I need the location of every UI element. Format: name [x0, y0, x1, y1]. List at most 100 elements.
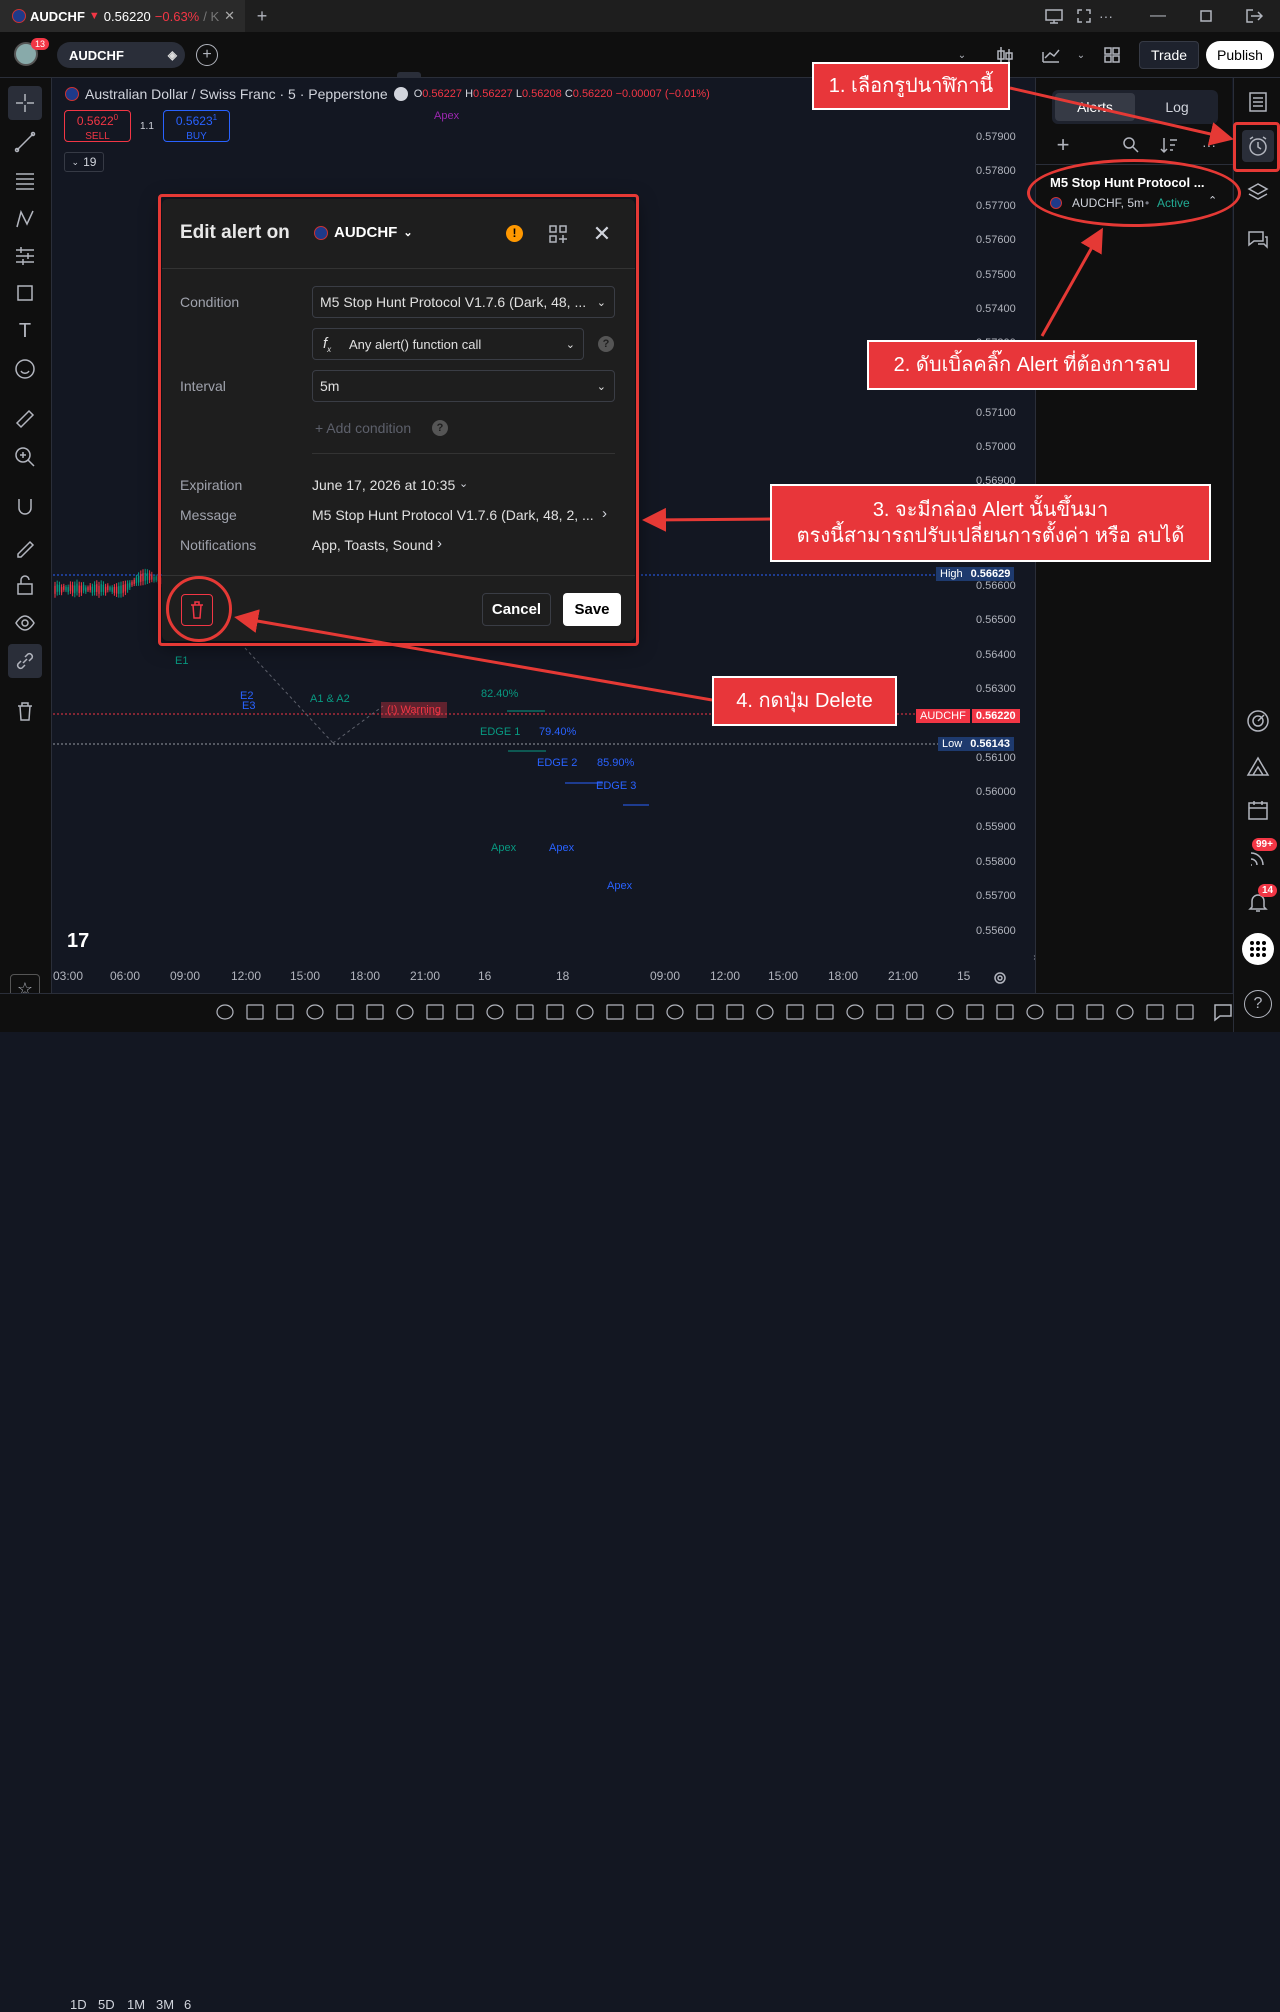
text-icon[interactable]: T: [8, 314, 42, 348]
apex-label: Apex: [434, 110, 460, 122]
indicators-dropdown-icon[interactable]: ⌄: [1074, 46, 1088, 64]
shapes-icon[interactable]: [8, 276, 42, 310]
price-tick: 0.57600: [976, 234, 1016, 246]
symbol-search[interactable]: AUDCHF ◈: [57, 42, 185, 68]
candle: [85, 587, 87, 592]
exit-icon[interactable]: [1244, 6, 1264, 26]
candle: [104, 586, 107, 593]
trash-icon[interactable]: [8, 694, 42, 728]
candle: [146, 572, 149, 581]
candle: [144, 572, 146, 581]
ideas-icon[interactable]: [1244, 752, 1272, 780]
settings-gear-icon[interactable]: [990, 968, 1010, 988]
more-icon[interactable]: ···: [1094, 6, 1118, 26]
time-tick: 15: [957, 969, 971, 983]
callout-3-line1: 3. จะมีกล่อง Alert นั้นขึ้นมา: [872, 499, 1109, 521]
price-tick: 0.57800: [976, 165, 1016, 177]
range-5D[interactable]: 5D: [98, 1997, 115, 2012]
tab-arrow: ▼: [88, 10, 100, 22]
layouts-icon[interactable]: [1101, 44, 1123, 66]
hotlist-icon[interactable]: [1244, 707, 1272, 735]
minus-icon[interactable]: [393, 87, 408, 101]
candle: [67, 587, 69, 593]
search-icon[interactable]: [1120, 134, 1142, 156]
candle: [74, 585, 76, 594]
chats-icon[interactable]: [1244, 226, 1272, 254]
more-icon[interactable]: ···: [1196, 134, 1222, 156]
sell-label: SELL: [85, 131, 110, 142]
crosshair-icon[interactable]: [8, 86, 42, 120]
drawing-tool-icon: [996, 1004, 1014, 1020]
indicators-icon[interactable]: [1040, 44, 1062, 66]
trendline-icon[interactable]: [8, 125, 42, 159]
tab-change: −0.63%: [154, 8, 200, 24]
lock-icon[interactable]: [8, 568, 42, 602]
zoom-icon[interactable]: [8, 440, 42, 474]
price-tick: 0.57100: [976, 407, 1016, 419]
time-tick: 03:00: [53, 969, 84, 983]
price-tick: 0.57900: [976, 131, 1016, 143]
ruler-icon[interactable]: [8, 402, 42, 436]
drawing-tool-icon: [456, 1004, 474, 1020]
tab-log[interactable]: Log: [1138, 93, 1216, 121]
candle: [82, 584, 85, 591]
add-alert-icon[interactable]: +: [1052, 132, 1074, 157]
layout-icon[interactable]: [1042, 6, 1066, 26]
candle: [137, 575, 140, 583]
watchlist-icon[interactable]: [1244, 88, 1272, 116]
price-tick: 0.55600: [976, 925, 1016, 937]
new-tab-icon[interactable]: +: [252, 6, 272, 26]
drawing-tool-icon: [1116, 1004, 1134, 1020]
pattern-icon[interactable]: [8, 202, 42, 236]
pct2-label: 79.40%: [539, 726, 577, 738]
indicators-toggle[interactable]: ⌄ 19: [64, 152, 104, 172]
sort-icon[interactable]: [1158, 134, 1180, 156]
candle: [76, 583, 78, 592]
chart-title[interactable]: Australian Dollar / Swiss Franc · 5 · Pe…: [85, 86, 388, 102]
layers-icon[interactable]: [1244, 178, 1272, 206]
title-bar: AUDCHF ▼ 0.56220 −0.63% / K ✕ + ··· —: [0, 0, 1280, 32]
compare-add-icon[interactable]: +: [196, 44, 218, 66]
buy-price-sup: 1: [212, 113, 218, 122]
stay-drawing-icon[interactable]: [8, 530, 42, 564]
chart-line: [332, 705, 384, 744]
help-icon[interactable]: ?: [1244, 990, 1272, 1018]
candle: [80, 585, 83, 593]
range-1M[interactable]: 1M: [127, 1997, 145, 2012]
range-1D[interactable]: 1D: [70, 1997, 87, 2012]
eye-icon[interactable]: [8, 606, 42, 640]
link-icon[interactable]: [8, 644, 42, 678]
apps-grid-icon[interactable]: [1242, 933, 1274, 965]
candle: [155, 576, 157, 581]
drawing-favorites[interactable]: [215, 999, 1215, 1027]
range-3M[interactable]: 3M: [156, 1997, 174, 2012]
tab-close-icon[interactable]: ✕: [224, 8, 235, 24]
trade-button[interactable]: Trade: [1139, 41, 1199, 69]
candle: [96, 584, 98, 592]
callout-3-line2: ตรงนี้สามารถปรับเปลี่ยนการตั้งค่า หรือ ล…: [796, 525, 1185, 547]
candle: [109, 587, 111, 591]
drawing-tool-icon: [426, 1004, 444, 1020]
sell-button[interactable]: 0.56220 SELL: [64, 110, 131, 142]
price-tick: 0.55700: [976, 890, 1016, 902]
maximize-icon[interactable]: [1196, 6, 1216, 26]
publish-button[interactable]: Publish: [1206, 41, 1274, 69]
forecast-icon[interactable]: [8, 239, 42, 273]
tab-audchf[interactable]: AUDCHF ▼ 0.56220 −0.63% / K ✕: [0, 0, 245, 32]
time-tick: 15:00: [290, 969, 321, 983]
range-6[interactable]: 6: [184, 1997, 191, 2012]
fib-icon[interactable]: [8, 163, 42, 197]
calendar-icon[interactable]: [1244, 796, 1272, 824]
emoji-icon[interactable]: [8, 352, 42, 386]
drawing-tool-icon: [666, 1004, 684, 1020]
candle: [122, 584, 124, 593]
minimize-icon[interactable]: —: [1148, 6, 1168, 26]
drawing-tool-icon: [756, 1004, 774, 1020]
buy-button[interactable]: 0.56231 BUY: [163, 110, 230, 142]
time-tick: 21:00: [410, 969, 441, 983]
tab-alerts[interactable]: Alerts: [1055, 93, 1135, 121]
drawing-tool-icon: [396, 1004, 414, 1020]
drawing-tool-icon: [1026, 1004, 1044, 1020]
magnet-icon[interactable]: [8, 490, 42, 524]
fullscreen-icon[interactable]: [1074, 6, 1094, 26]
